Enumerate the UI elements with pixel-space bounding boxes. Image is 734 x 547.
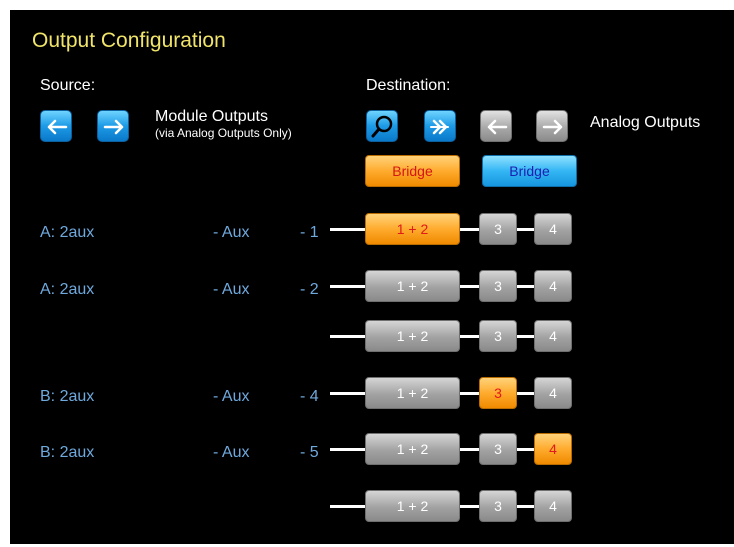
routing-row: 1 + 2 34 [0, 320, 734, 360]
output-12-button[interactable]: 1 + 2 [365, 320, 460, 352]
connector-line [330, 285, 365, 288]
magnifier-icon [371, 115, 393, 138]
output-4-button[interactable]: 4 [534, 433, 572, 465]
routing-row: B: 2aux - Aux - 5 1 + 2 34 [0, 433, 734, 473]
row-source-label: B: 2aux [40, 388, 95, 405]
connector-line [517, 335, 534, 338]
connector-line [460, 392, 479, 395]
row-number-label: - 1 [300, 224, 319, 241]
row-number-label: - 2 [300, 281, 319, 298]
connector-line [460, 448, 479, 451]
output-12-button[interactable]: 1 + 2 [365, 270, 460, 302]
connector-line [460, 505, 479, 508]
output-3-button[interactable]: 3 [479, 377, 517, 409]
page-title: Output Configuration [32, 29, 226, 52]
output-4-button[interactable]: 4 [534, 270, 572, 302]
row-source-label: A: 2aux [40, 224, 95, 241]
connector-line [330, 448, 365, 451]
connector-line [460, 228, 479, 231]
bridge-right-button[interactable]: Bridge [482, 155, 577, 187]
destination-forward-button[interactable] [424, 110, 456, 142]
arrow-left-icon [487, 119, 508, 135]
destination-search-button[interactable] [366, 110, 398, 142]
row-aux-label: - Aux [213, 444, 250, 461]
routing-row: A: 2aux - Aux - 2 1 + 2 34 [0, 270, 734, 310]
connector-line [517, 448, 534, 451]
output-4-button[interactable]: 4 [534, 213, 572, 245]
output-4-button[interactable]: 4 [534, 490, 572, 522]
destination-prev-button[interactable] [480, 110, 512, 142]
connector-line [460, 285, 479, 288]
row-number-label: - 5 [300, 444, 319, 461]
row-aux-label: - Aux [213, 224, 250, 241]
row-number-label: - 4 [300, 388, 319, 405]
arrow-left-icon [47, 119, 68, 135]
routing-row: B: 2aux - Aux - 4 1 + 2 34 [0, 377, 734, 417]
connector-line [330, 505, 365, 508]
bridge-left-button[interactable]: Bridge [365, 155, 460, 187]
routing-row: A: 2aux - Aux - 1 1 + 2 34 [0, 213, 734, 253]
connector-line [517, 228, 534, 231]
connector-line [330, 335, 365, 338]
double-chevron-right-icon [430, 119, 449, 135]
row-source-label: B: 2aux [40, 444, 95, 461]
module-outputs-label: Module Outputs [155, 108, 268, 125]
arrow-right-icon [103, 119, 124, 135]
arrow-right-icon [542, 119, 563, 135]
output-12-button[interactable]: 1 + 2 [365, 490, 460, 522]
connector-line [330, 228, 365, 231]
source-prev-button[interactable] [40, 110, 72, 142]
row-source-label: A: 2aux [40, 281, 95, 298]
row-aux-label: - Aux [213, 281, 250, 298]
output-12-button[interactable]: 1 + 2 [365, 213, 460, 245]
source-label: Source: [40, 77, 96, 94]
connector-line [330, 392, 365, 395]
output-3-button[interactable]: 3 [479, 270, 517, 302]
output-12-button[interactable]: 1 + 2 [365, 433, 460, 465]
row-aux-label: - Aux [213, 388, 250, 405]
routing-row: 1 + 2 34 [0, 490, 734, 530]
analog-outputs-label: Analog Outputs [590, 114, 701, 131]
destination-next-button[interactable] [536, 110, 568, 142]
destination-label: Destination: [366, 77, 451, 94]
connector-line [460, 335, 479, 338]
output-3-button[interactable]: 3 [479, 433, 517, 465]
module-outputs-note: (via Analog Outputs Only) [155, 126, 292, 140]
output-3-button[interactable]: 3 [479, 213, 517, 245]
output-3-button[interactable]: 3 [479, 490, 517, 522]
output-4-button[interactable]: 4 [534, 377, 572, 409]
connector-line [517, 392, 534, 395]
connector-line [517, 505, 534, 508]
output-12-button[interactable]: 1 + 2 [365, 377, 460, 409]
output-4-button[interactable]: 4 [534, 320, 572, 352]
source-next-button[interactable] [97, 110, 129, 142]
connector-line [517, 285, 534, 288]
output-3-button[interactable]: 3 [479, 320, 517, 352]
